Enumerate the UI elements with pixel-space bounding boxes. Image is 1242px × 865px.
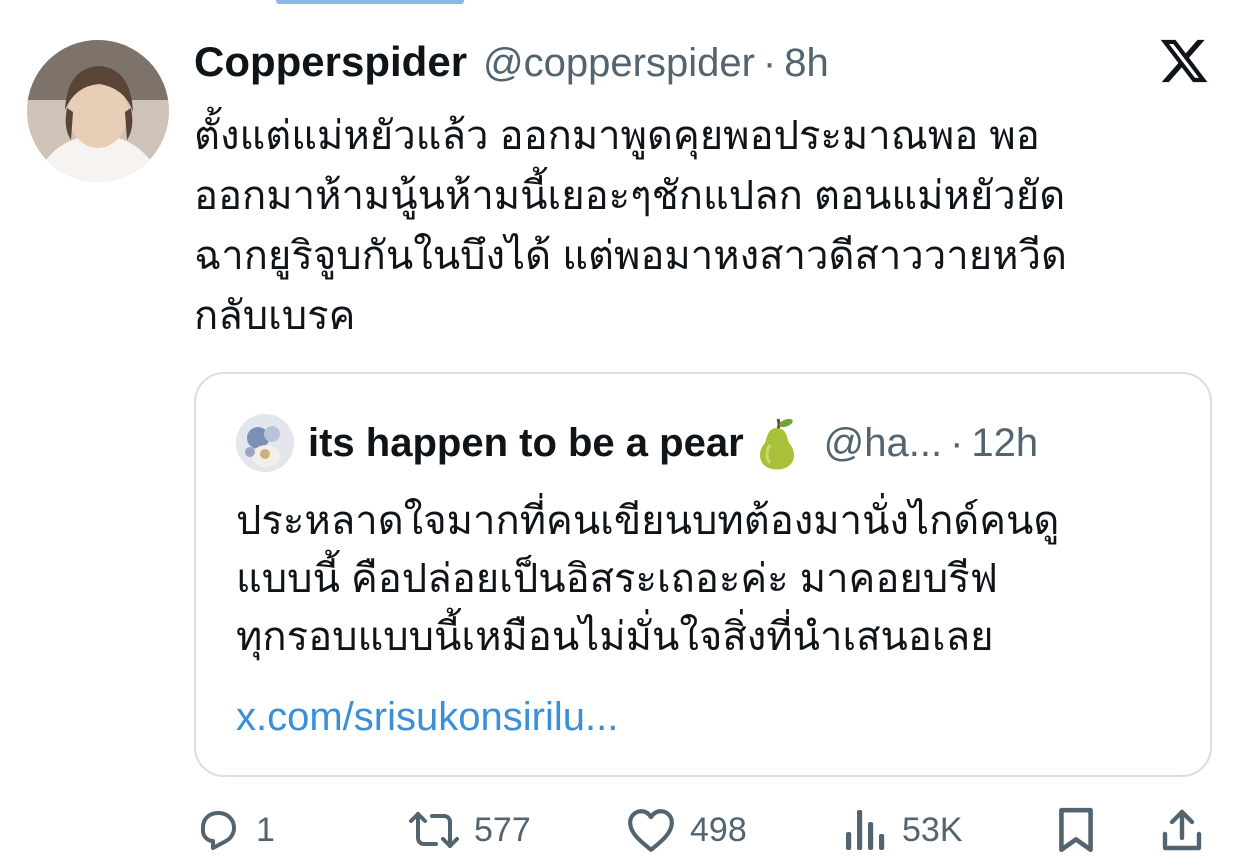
bookmark-button[interactable] [1054, 800, 1098, 860]
like-count: 498 [690, 810, 747, 849]
reply-count: 1 [256, 810, 275, 849]
author-avatar[interactable] [27, 40, 169, 182]
reply-button[interactable]: 1 [194, 800, 275, 860]
share-button[interactable] [1160, 800, 1204, 860]
author-display-name[interactable]: Copperspider [194, 38, 467, 86]
tweet-text-line: ฉากยูริจูบกันในบึงได้ แต่พอมาหงสาวดีสาวว… [194, 234, 1067, 278]
reply-icon [194, 806, 242, 854]
tweet-text-line: ออกมาห้ามนู้นห้ามนี้เยอะๆชักแปลก ตอนแม่ห… [194, 174, 1066, 218]
quote-header: its happen to be a pear @ha... · 12h [236, 414, 1038, 472]
quote-time[interactable]: 12h [971, 421, 1038, 466]
pear-icon [750, 415, 802, 471]
tweet-text: ตั้งแต่แม่หยัวแล้ว ออกมาพูดคุยพอประมาณพอ… [194, 106, 1204, 346]
quoted-tweet-card[interactable]: its happen to be a pear @ha... · 12h ประ… [194, 372, 1212, 777]
separator-dot: · [950, 420, 964, 465]
quote-text-line: ประหลาดใจมากที่คนเขียนบทต้องมานั่งไกด์คน… [236, 499, 1060, 543]
repost-icon [408, 806, 460, 854]
tweet-text-line: กลับเบรค [194, 294, 356, 338]
share-icon [1160, 805, 1204, 855]
quote-text-line: แบบนี้ คือปล่อยเป็นอิสระเถอะค่ะ มาคอยบรี… [236, 557, 998, 601]
quote-text: ประหลาดใจมากที่คนเขียนบทต้องมานั่งไกด์คน… [236, 492, 1186, 666]
bookmark-icon [1054, 805, 1098, 855]
views-icon [844, 806, 888, 854]
quote-author-avatar[interactable] [236, 414, 294, 472]
repost-count: 577 [474, 810, 531, 849]
action-bar: 1 577 498 53K [194, 800, 1214, 860]
tweet-text-line: ตั้งแต่แม่หยัวแล้ว ออกมาพูดคุยพอประมาณพอ… [194, 114, 1040, 158]
quote-author-display-name[interactable]: its happen to be a pear [308, 421, 744, 466]
views-button[interactable]: 53K [844, 800, 963, 860]
heart-icon [626, 806, 676, 854]
separator-dot: · [762, 41, 777, 85]
quote-link[interactable]: x.com/srisukonsirilu... [236, 688, 618, 746]
views-count: 53K [902, 810, 963, 849]
top-scroll-indicator [276, 0, 464, 4]
like-button[interactable]: 498 [626, 800, 747, 860]
author-handle[interactable]: @copperspider [483, 41, 755, 86]
tweet-time[interactable]: 8h [784, 41, 829, 86]
quote-text-line: ทุกรอบแบบนี้เหมือนไม่มั่นใจสิ่งที่นำเสนอ… [236, 615, 994, 659]
repost-button[interactable]: 577 [408, 800, 531, 860]
tweet-header: Copperspider @copperspider · 8h [194, 38, 829, 88]
x-logo-icon[interactable] [1158, 35, 1210, 87]
quote-author-handle[interactable]: @ha... [824, 421, 942, 466]
